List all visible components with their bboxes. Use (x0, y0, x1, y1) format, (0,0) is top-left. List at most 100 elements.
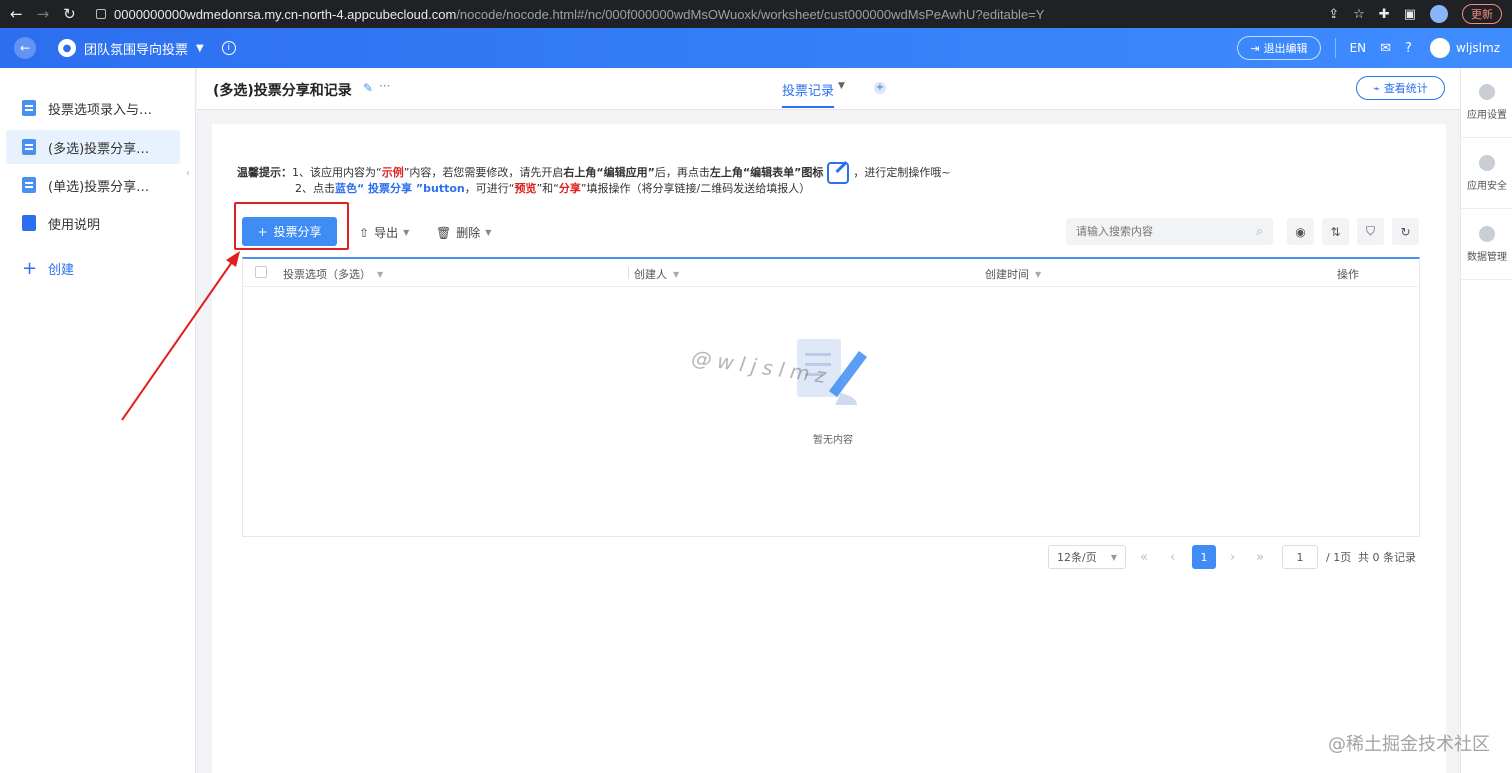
tip-highlight: 预览 (514, 182, 537, 195)
prev-page-icon[interactable]: ‹ (1170, 545, 1175, 569)
exit-edit-button[interactable]: ⇥ 退出编辑 (1237, 36, 1321, 60)
search-input[interactable] (1076, 225, 1257, 238)
tab-vote-records[interactable]: 投票记录 (782, 80, 834, 99)
tip-highlight: 蓝色“ 投票分享 ”button (335, 182, 465, 195)
add-view-icon[interactable]: + (874, 82, 886, 94)
extensions-icon[interactable]: ✚ (1379, 7, 1390, 22)
sidebar-item-label: (多选)投票分享… (48, 141, 150, 157)
collapse-chevron-icon[interactable]: ‹ (186, 168, 196, 184)
back-arrow-icon[interactable]: ← (10, 5, 23, 23)
tip-text: 2、点击 (295, 182, 335, 195)
rail-item-app-settings[interactable]: 应用设置 (1461, 68, 1512, 138)
active-tab-indicator (782, 106, 834, 108)
sidebar-create-button[interactable]: + 创建 (6, 251, 180, 285)
tip-text: 后，再点击 (654, 166, 710, 179)
app-header: ← ● 团队氛围导向投票 ▼ i ⇥ 退出编辑 EN ✉ ? wljslmz (0, 28, 1512, 68)
right-settings-rail: 应用设置 应用安全 数据管理 (1460, 68, 1512, 773)
sidebar-item-vote-options[interactable]: 投票选项录入与… (6, 91, 180, 125)
browser-nav: ← → ↻ (0, 5, 96, 23)
sidebar-item-label: (单选)投票分享… (48, 179, 150, 195)
reload-icon[interactable]: ↻ (63, 5, 76, 23)
tip-heading: 温馨提示： (237, 166, 292, 179)
sidebar-item-instructions[interactable]: 使用说明 (6, 206, 180, 240)
last-page-icon[interactable]: » (1256, 545, 1264, 569)
search-box: ⌕ (1066, 218, 1273, 245)
update-button[interactable]: 更新 (1462, 4, 1502, 24)
app-logo-icon: ● (58, 39, 76, 57)
sidebar-item-single-vote[interactable]: (单选)投票分享… (6, 168, 180, 202)
next-page-icon[interactable]: › (1230, 545, 1235, 569)
page-jump-input[interactable]: 1 (1282, 545, 1318, 569)
hide-fields-button[interactable]: ◉ (1287, 218, 1314, 245)
column-header-created-time[interactable]: 创建时间 ▼ (985, 266, 1041, 282)
tip-bold: 右上角“编辑应用” (563, 166, 655, 179)
page-number-current[interactable]: 1 (1192, 545, 1216, 569)
gear-icon (1479, 84, 1495, 100)
records-table: 投票选项（多选） ▼ 创建人 ▼ 创建时间 ▼ 操作 @wljslmz 暂无内容 (242, 257, 1420, 537)
column-header-options[interactable]: 投票选项（多选） ▼ (283, 266, 383, 282)
rail-item-app-security[interactable]: 应用安全 (1461, 139, 1512, 209)
back-button[interactable]: ← (14, 37, 36, 59)
caret-down-icon: ▼ (1110, 552, 1117, 562)
export-button[interactable]: ⇧ 导出 ▼ (359, 224, 409, 241)
delete-button[interactable]: 🗑 删除 ▼ (436, 224, 491, 241)
username[interactable]: wljslmz (1456, 41, 1500, 55)
first-page-icon[interactable]: « (1140, 545, 1148, 569)
exit-edit-label: 退出编辑 (1263, 42, 1308, 55)
user-avatar[interactable] (1429, 38, 1450, 58)
caret-down-icon: ▼ (377, 269, 384, 279)
view-stats-button[interactable]: ⌁ 查看统计 (1356, 76, 1445, 100)
sidebar-item-label: 投票选项录入与… (48, 102, 153, 118)
tip-text: 1、该应用内容为“ (292, 166, 382, 179)
column-label: 操作 (1337, 268, 1359, 281)
app-name[interactable]: 团队氛围导向投票 (84, 39, 188, 58)
refresh-button[interactable]: ↻ (1392, 218, 1419, 245)
sort-button[interactable]: ⇅ (1322, 218, 1349, 245)
caret-down-icon[interactable]: ▼ (196, 43, 204, 54)
tip-bold: 左上角“编辑表单”图标 (709, 166, 824, 179)
search-icon[interactable]: ⌕ (1256, 224, 1263, 239)
sidebar-item-multi-vote[interactable]: (多选)投票分享… (6, 130, 180, 164)
select-all-checkbox[interactable] (255, 266, 267, 278)
tip-text: ”填报操作（将分享链接/二维码发送给填报人） (580, 182, 811, 195)
help-icon[interactable]: ? (1405, 41, 1412, 56)
header-divider (1334, 38, 1336, 58)
share-icon[interactable]: ⇪ (1328, 7, 1339, 22)
star-icon[interactable]: ☆ (1353, 7, 1365, 22)
forward-arrow-icon[interactable]: → (37, 5, 50, 23)
rail-item-data-management[interactable]: 数据管理 (1461, 210, 1512, 280)
sidepanel-icon[interactable]: ▣ (1404, 7, 1416, 22)
sidebar-item-label: 使用说明 (48, 217, 101, 233)
content-panel: 温馨提示：1、该应用内容为“示例”内容，若您需要修改，请先开启右上角“编辑应用”… (212, 124, 1446, 773)
exit-icon: ⇥ (1250, 41, 1260, 55)
language-toggle[interactable]: EN (1350, 41, 1367, 55)
rail-item-label: 数据管理 (1467, 252, 1507, 263)
caret-down-icon: ▼ (673, 269, 680, 279)
page-title: (多选)投票分享和记录 (213, 83, 352, 99)
caret-down-icon[interactable]: ▼ (838, 81, 845, 91)
upload-icon: ⇧ (359, 225, 370, 240)
mail-icon[interactable]: ✉ (1380, 41, 1391, 56)
column-header-creator[interactable]: 创建人 ▼ (634, 266, 679, 282)
empty-state-text: 暂无内容 (813, 435, 853, 446)
shield-icon (1479, 155, 1495, 171)
vote-share-button[interactable]: + 投票分享 (242, 217, 337, 246)
profile-avatar[interactable] (1430, 5, 1448, 23)
page-size-select[interactable]: 12条/页 ▼ (1048, 545, 1126, 569)
header-actions: ⇥ 退出编辑 EN ✉ ? wljslmz (1237, 36, 1512, 60)
worksheet-topbar: (多选)投票分享和记录 ✎ ··· 投票记录 ▼ + ⌁ 查看统计 (197, 68, 1460, 110)
tip-text: ，进行定制操作哦~ (853, 166, 951, 179)
chart-icon: ⌁ (1373, 81, 1380, 95)
address-bar[interactable]: 0000000000wdmedonrsa.my.cn-north-4.appcu… (96, 3, 1328, 25)
caret-down-icon: ▼ (485, 228, 492, 237)
refresh-icon: ↻ (1400, 224, 1411, 239)
info-icon[interactable]: i (221, 41, 236, 55)
more-menu[interactable]: ··· (379, 79, 390, 93)
edit-pencil-icon[interactable]: ✎ (363, 81, 373, 95)
browser-toolbar: ← → ↻ 0000000000wdmedonrsa.my.cn-north-4… (0, 0, 1512, 28)
tip-line-2: 2、点击蓝色“ 投票分享 ”button，可进行“预览”和“分享”填报操作（将分… (295, 180, 810, 196)
vote-share-label: 投票分享 (273, 225, 322, 239)
sort-icon: ⇅ (1330, 224, 1341, 239)
export-label: 导出 (374, 226, 399, 240)
filter-button[interactable]: ⛉ (1357, 218, 1384, 245)
